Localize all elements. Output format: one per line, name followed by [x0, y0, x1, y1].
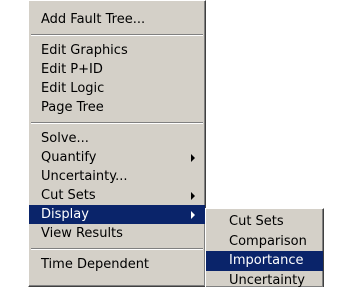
- display-submenu: Cut Sets Comparison Importance Uncertain…: [205, 208, 324, 287]
- menu-item-label: Quantify: [41, 150, 97, 165]
- menu-item-view-results[interactable]: View Results: [29, 224, 205, 243]
- menu-item-label: Page Tree: [41, 100, 104, 115]
- arrow-right-icon: [191, 211, 195, 219]
- menu-item-label: Time Dependent: [41, 257, 150, 272]
- menu-item-add-fault-tree[interactable]: Add Fault Tree...: [29, 10, 205, 29]
- menu-item-cut-sets[interactable]: Cut Sets: [29, 186, 205, 205]
- menu-item-label: Edit P+ID: [41, 62, 103, 77]
- submenu-item-label: Importance: [229, 253, 304, 268]
- submenu-item-label: Uncertainty: [229, 272, 305, 287]
- menu-item-label: Uncertainty...: [41, 169, 128, 184]
- submenu-item-importance[interactable]: Importance: [206, 251, 323, 271]
- submenu-item-comparison[interactable]: Comparison: [206, 232, 323, 252]
- menu-item-label: View Results: [41, 226, 123, 241]
- menu-separator: [31, 122, 203, 124]
- menu-item-label: Add Fault Tree...: [41, 12, 146, 27]
- arrow-right-icon: [191, 192, 195, 200]
- menu-item-quantify[interactable]: Quantify: [29, 148, 205, 167]
- submenu-item-uncertainty[interactable]: Uncertainty: [206, 271, 323, 287]
- menu-item-label: Edit Logic: [41, 81, 105, 96]
- arrow-right-icon: [191, 154, 195, 162]
- menu-item-edit-graphics[interactable]: Edit Graphics: [29, 41, 205, 60]
- submenu-item-label: Comparison: [229, 233, 307, 249]
- menu-separator: [31, 248, 203, 250]
- menu-item-edit-logic[interactable]: Edit Logic: [29, 79, 205, 98]
- submenu-item-cut-sets[interactable]: Cut Sets: [206, 212, 323, 232]
- menu-item-edit-pid[interactable]: Edit P+ID: [29, 60, 205, 79]
- menu-item-label: Cut Sets: [41, 188, 96, 203]
- menu-item-label: Edit Graphics: [41, 43, 128, 58]
- menu-item-label: Solve...: [41, 131, 89, 146]
- submenu-item-label: Cut Sets: [229, 214, 284, 229]
- menu-item-solve[interactable]: Solve...: [29, 129, 205, 148]
- menu-item-time-dependent[interactable]: Time Dependent: [29, 255, 205, 274]
- context-menu: Add Fault Tree... Edit Graphics Edit P+I…: [28, 0, 206, 287]
- menu-item-display[interactable]: Display: [29, 205, 205, 224]
- menu-separator: [31, 34, 203, 36]
- menu-item-label: Display: [41, 207, 89, 222]
- menu-item-page-tree[interactable]: Page Tree: [29, 98, 205, 117]
- menu-item-uncertainty[interactable]: Uncertainty...: [29, 167, 205, 186]
